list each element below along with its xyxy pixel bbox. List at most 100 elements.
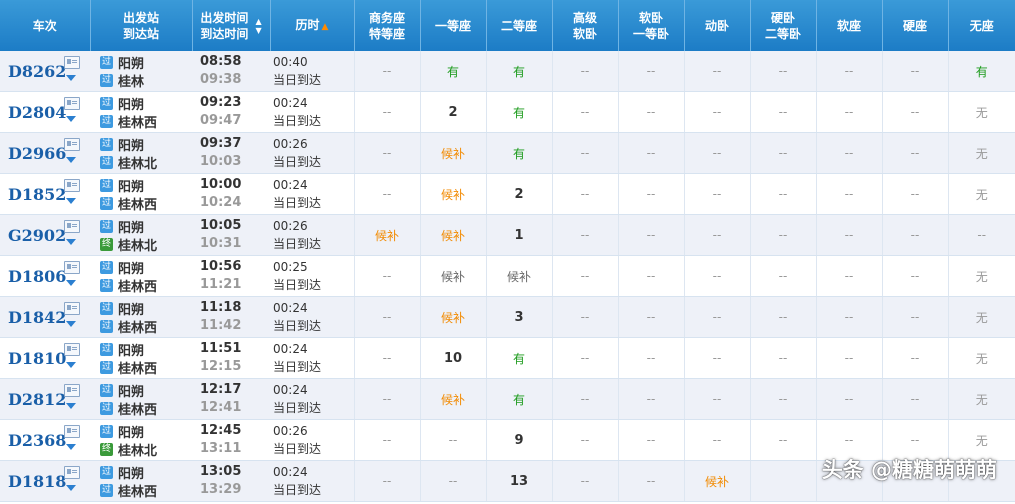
col-header-duration[interactable]: 历时 ▲: [269, 0, 354, 51]
from-station: 阳朔: [118, 138, 145, 154]
train-number-link[interactable]: D1806: [8, 267, 66, 286]
chevron-down-icon[interactable]: [66, 157, 76, 163]
seat-first[interactable]: 候补: [419, 173, 486, 215]
train-number-link[interactable]: D2368: [8, 431, 66, 450]
col-header-time[interactable]: 出发时间 到达时间 ▲ ▼: [191, 0, 270, 51]
seat-first[interactable]: 候补: [419, 132, 486, 174]
seat-second[interactable]: 有: [485, 378, 552, 420]
seat-availability: --: [580, 310, 590, 324]
ticket-info-icon[interactable]: [64, 179, 80, 192]
train-number-link[interactable]: D2966: [8, 144, 66, 163]
train-number-link[interactable]: D1852: [8, 185, 66, 204]
seat-availability: --: [778, 146, 788, 160]
seat-availability: --: [712, 269, 722, 283]
seat-availability: 无: [975, 105, 988, 120]
seat-availability: --: [646, 474, 656, 488]
chevron-down-icon[interactable]: [66, 75, 76, 81]
seat-second[interactable]: 9: [485, 419, 552, 461]
seat-second[interactable]: 有: [485, 91, 552, 133]
seat-availability: 候补: [374, 228, 399, 243]
table-row[interactable]: D2812 过阳朔过桂林西 12:17 12:41 00:24 当日到达 -- 候补 有 -- --…: [0, 378, 1015, 420]
train-number-link[interactable]: D1810: [8, 349, 66, 368]
table-row[interactable]: D1806 过阳朔过桂林西 10:56 11:21 00:25 当日到达 -- 候补 候补 -- -…: [0, 255, 1015, 297]
table-row[interactable]: D2966 过阳朔过桂林北 09:37 10:03 00:26 当日到达 -- 候补 有 -- --…: [0, 132, 1015, 174]
seat-second[interactable]: 13: [485, 460, 552, 502]
station-cell: 过阳朔终桂林北: [90, 214, 192, 256]
table-row[interactable]: D1852 过阳朔过桂林西 10:00 10:24 00:24 当日到达 -- 候补 2 -- --…: [0, 173, 1015, 215]
table-row[interactable]: D8262 过阳朔过桂林 08:58 09:38 00:40 当日到达 -- 有 有 -- -- --…: [0, 51, 1015, 92]
seat-first[interactable]: 10: [419, 337, 486, 379]
ticket-info-icon[interactable]: [64, 56, 80, 69]
ticket-info-icon[interactable]: [64, 466, 80, 479]
seat-hard-seat: --: [881, 255, 948, 297]
chevron-down-icon[interactable]: [66, 321, 76, 327]
seat-availability: --: [844, 392, 854, 406]
table-row[interactable]: D2804 过阳朔过桂林西 09:23 09:47 00:24 当日到达 -- 2 有 -- -- -…: [0, 91, 1015, 133]
seat-first[interactable]: 2: [419, 91, 486, 133]
seat-availability: --: [778, 433, 788, 447]
chevron-down-icon[interactable]: [66, 444, 76, 450]
seat-second[interactable]: 3: [485, 296, 552, 338]
train-icons: [64, 261, 80, 286]
seat-first[interactable]: 候补: [419, 378, 486, 420]
ticket-info-icon[interactable]: [64, 261, 80, 274]
seat-hard-seat: --: [881, 337, 948, 379]
train-number-link[interactable]: D2804: [8, 103, 66, 122]
chevron-down-icon[interactable]: [66, 239, 76, 245]
table-row[interactable]: D1810 过阳朔过桂林西 11:51 12:15 00:24 当日到达 -- 10 有 -- --…: [0, 337, 1015, 379]
seat-availability: --: [448, 433, 458, 447]
duration: 00:26: [273, 137, 308, 151]
seat-first[interactable]: 有: [419, 51, 486, 92]
seat-availability: 有: [975, 64, 988, 79]
to-station: 桂林西: [118, 197, 158, 213]
seat-first[interactable]: 候补: [419, 214, 486, 256]
seat-second[interactable]: 候补: [485, 255, 552, 297]
duration: 00:24: [273, 178, 308, 192]
ticket-info-icon[interactable]: [64, 97, 80, 110]
train-number-link[interactable]: D2812: [8, 390, 66, 409]
seat-availability: --: [382, 64, 392, 78]
seat-dong[interactable]: 候补: [683, 460, 750, 502]
seat-first[interactable]: 候补: [419, 255, 486, 297]
chevron-down-icon[interactable]: [66, 198, 76, 204]
ticket-info-icon[interactable]: [64, 138, 80, 151]
seat-availability: --: [382, 187, 392, 201]
chevron-down-icon[interactable]: [66, 403, 76, 409]
train-number-link[interactable]: D1842: [8, 308, 66, 327]
chevron-down-icon[interactable]: [66, 116, 76, 122]
seat-second[interactable]: 有: [485, 337, 552, 379]
train-number-link[interactable]: D1818: [8, 472, 66, 491]
duration: 00:24: [273, 465, 308, 479]
seat-second[interactable]: 有: [485, 51, 552, 92]
ticket-info-icon[interactable]: [64, 425, 80, 438]
seat-business[interactable]: 候补: [353, 214, 420, 256]
seat-second[interactable]: 有: [485, 132, 552, 174]
seat-availability: --: [910, 228, 920, 242]
col-header-station[interactable]: 出发站 到达站: [89, 0, 192, 51]
train-number-link[interactable]: G2902: [8, 226, 66, 245]
ticket-info-icon[interactable]: [64, 302, 80, 315]
seat-first[interactable]: 候补: [419, 296, 486, 338]
chevron-down-icon[interactable]: [66, 280, 76, 286]
pass-badge-icon: 过: [100, 155, 113, 169]
ticket-info-icon[interactable]: [64, 384, 80, 397]
col-header-hard-seat: 硬座: [881, 0, 948, 51]
train-number-link[interactable]: D8262: [8, 62, 66, 81]
seat-availability: --: [646, 351, 656, 365]
chevron-down-icon[interactable]: [66, 485, 76, 491]
sort-asc-icon[interactable]: ▲: [322, 22, 329, 32]
seat-availability: --: [844, 310, 854, 324]
ticket-info-icon[interactable]: [64, 343, 80, 356]
seat-second[interactable]: 1: [485, 214, 552, 256]
seat-hard-seat: --: [881, 173, 948, 215]
ticket-info-icon[interactable]: [64, 220, 80, 233]
table-row[interactable]: G2902 过阳朔终桂林北 10:05 10:31 00:26 当日到达 候补 候补 1 -- --…: [0, 214, 1015, 256]
seat-hard-second: --: [749, 419, 816, 461]
seat-second[interactable]: 2: [485, 173, 552, 215]
seat-premium-soft: --: [551, 51, 618, 92]
sort-toggle-icon[interactable]: ▲ ▼: [256, 17, 262, 35]
table-row[interactable]: D1842 过阳朔过桂林西 11:18 11:42 00:24 当日到达 -- 候补 3 -- --…: [0, 296, 1015, 338]
chevron-down-icon[interactable]: [66, 362, 76, 368]
seat-standing[interactable]: 有: [947, 51, 1015, 92]
duration: 00:24: [273, 96, 308, 110]
